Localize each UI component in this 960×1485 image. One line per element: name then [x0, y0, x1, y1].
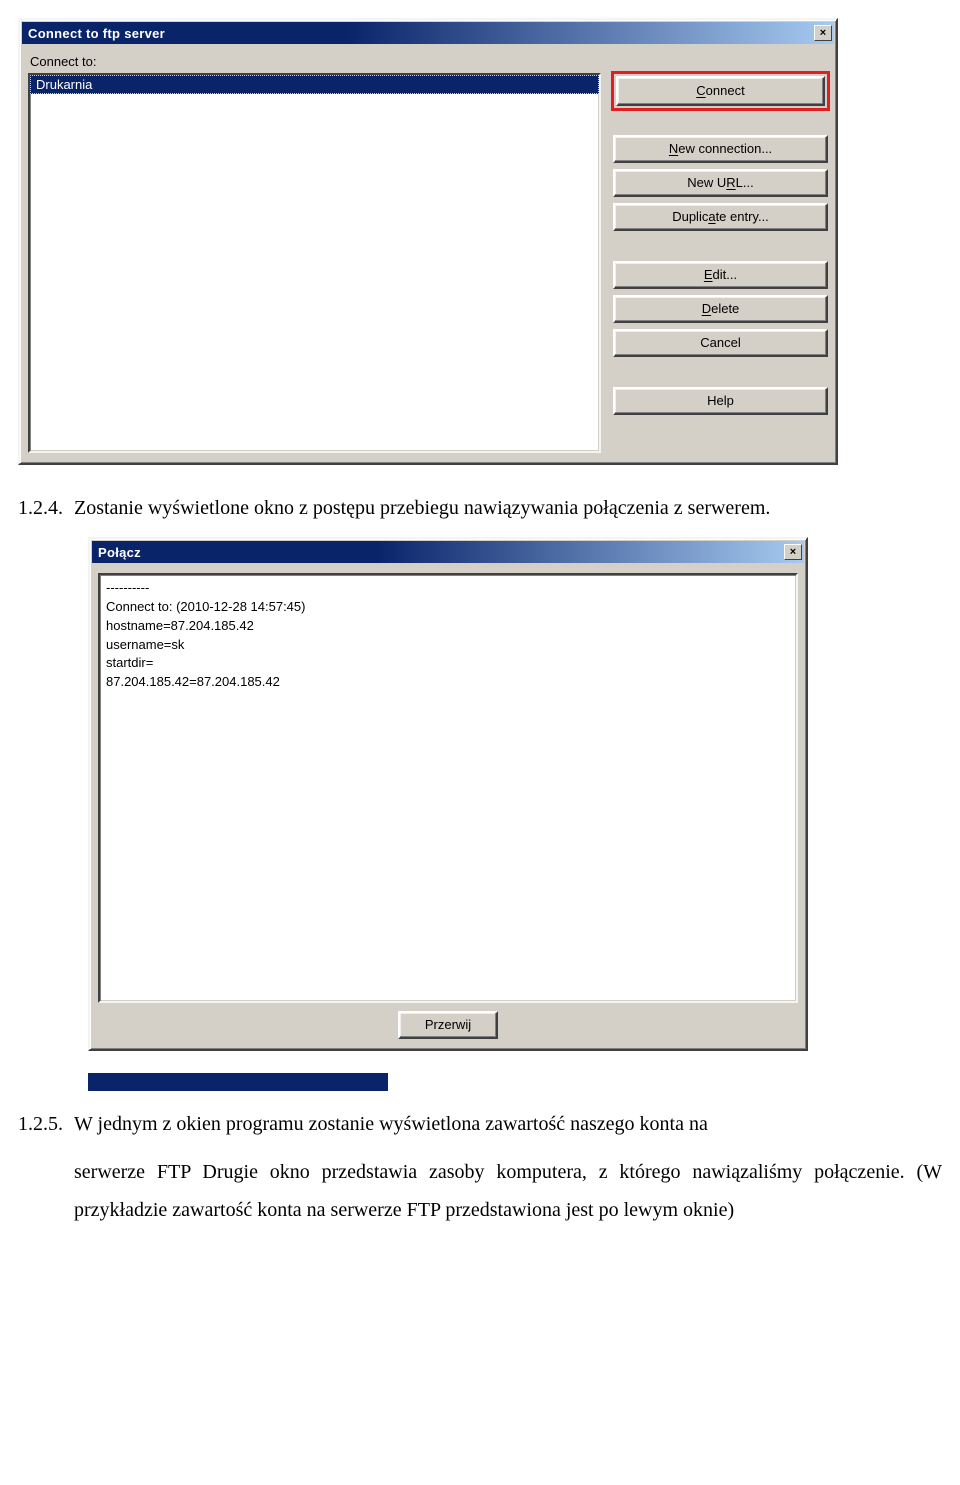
titlebar: Połącz ×: [92, 541, 804, 563]
help-button[interactable]: Help: [613, 387, 828, 415]
connect-to-label: Connect to:: [30, 54, 828, 69]
new-connection-button[interactable]: New connection...: [613, 135, 828, 163]
dialog-title: Połącz: [98, 545, 141, 560]
connect-button-highlight: Connect: [611, 71, 830, 111]
connect-button[interactable]: Connect: [616, 76, 825, 106]
paragraph-2-cont: serwerze FTP Drugie okno przedstawia zas…: [18, 1153, 942, 1229]
paragraph-2: 1.2.5.W jednym z okien programu zostanie…: [18, 1105, 942, 1143]
step-text-line2: serwerze FTP Drugie okno przedstawia zas…: [74, 1161, 942, 1221]
delete-button[interactable]: Delete: [613, 295, 828, 323]
titlebar: Connect to ftp server ×: [22, 22, 834, 44]
connection-log[interactable]: ---------- Connect to: (2010-12-28 14:57…: [98, 573, 798, 1003]
server-list-item[interactable]: Drukarnia: [30, 75, 599, 94]
dialog-title: Connect to ftp server: [28, 26, 165, 41]
abort-button[interactable]: Przerwij: [398, 1011, 498, 1039]
step-text: Zostanie wyświetlone okno z postępu prze…: [74, 497, 770, 519]
step-number: 1.2.5.: [18, 1105, 74, 1143]
server-list[interactable]: Drukarnia: [28, 73, 601, 453]
duplicate-entry-button[interactable]: Duplicate entry...: [613, 203, 828, 231]
decorative-bar: [88, 1073, 388, 1091]
ftp-connect-dialog: Connect to ftp server × Connect to: Druk…: [18, 18, 838, 465]
step-text-line1: W jednym z okien programu zostanie wyświ…: [74, 1113, 708, 1135]
edit-button[interactable]: Edit...: [613, 261, 828, 289]
close-icon[interactable]: ×: [814, 25, 832, 41]
connect-progress-dialog: Połącz × ---------- Connect to: (2010-12…: [88, 537, 808, 1051]
cancel-button[interactable]: Cancel: [613, 329, 828, 357]
new-url-button[interactable]: New URL...: [613, 169, 828, 197]
step-number: 1.2.4.: [18, 489, 74, 527]
paragraph-1: 1.2.4.Zostanie wyświetlone okno z postęp…: [18, 489, 942, 527]
close-icon[interactable]: ×: [784, 544, 802, 560]
